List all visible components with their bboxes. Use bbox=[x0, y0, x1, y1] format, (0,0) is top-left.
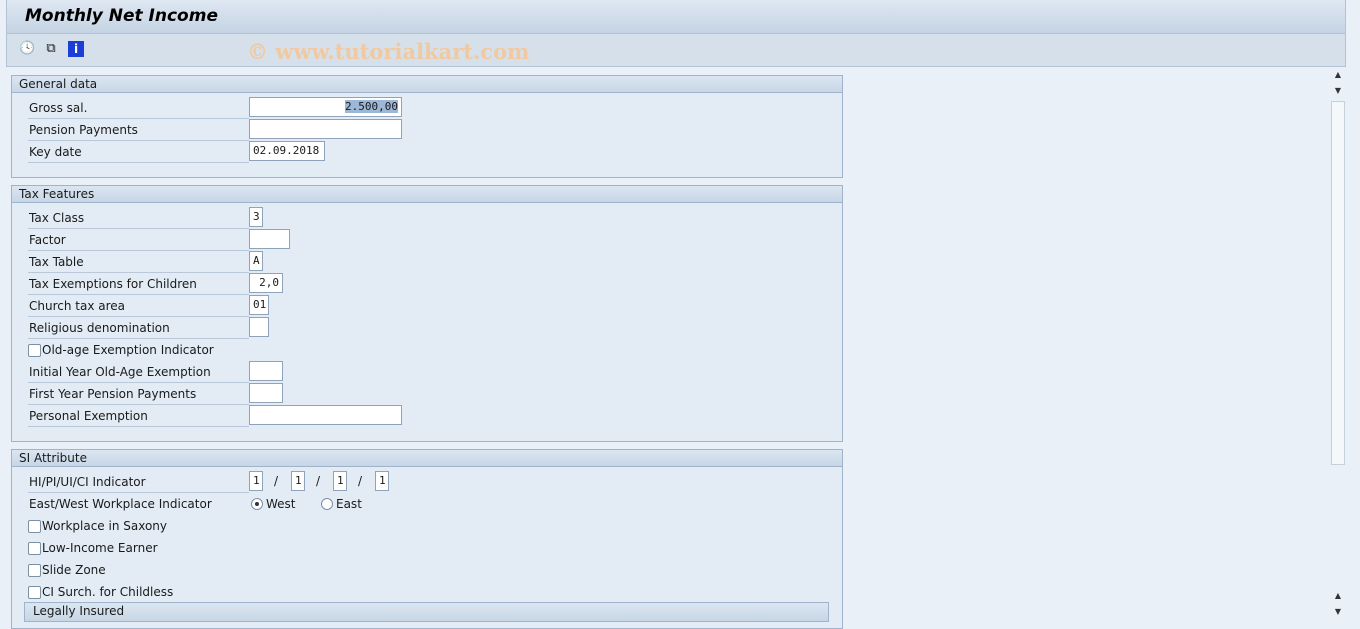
separator: / bbox=[316, 474, 321, 488]
east-radio[interactable] bbox=[321, 498, 333, 510]
childless-checkbox[interactable] bbox=[28, 586, 41, 599]
initial-year-label: Initial Year Old-Age Exemption bbox=[28, 364, 249, 383]
copy-icon[interactable]: ⧉ bbox=[43, 41, 59, 57]
legally-insured-subgroup-header: Legally Insured bbox=[24, 602, 829, 622]
religion-label: Religious denomination bbox=[28, 320, 249, 339]
children-exemptions-input[interactable]: 2,0 bbox=[249, 273, 283, 293]
tax-class-input[interactable]: 3 bbox=[249, 207, 263, 227]
title-bar: Monthly Net Income bbox=[6, 0, 1346, 34]
personal-exemption-input[interactable] bbox=[249, 405, 402, 425]
low-income-checkbox[interactable] bbox=[28, 542, 41, 555]
hi-indicator-input[interactable]: 1 bbox=[249, 471, 263, 491]
religion-input[interactable] bbox=[249, 317, 269, 337]
ci-indicator-input[interactable]: 1 bbox=[375, 471, 389, 491]
tax-table-input[interactable]: A bbox=[249, 251, 263, 271]
scroll-down-page-icon[interactable]: ▼ bbox=[1330, 86, 1346, 95]
first-year-pension-input[interactable] bbox=[249, 383, 283, 403]
old-age-exemption-checkbox[interactable] bbox=[28, 344, 41, 357]
saxony-checkbox[interactable] bbox=[28, 520, 41, 533]
info-icon[interactable]: i bbox=[68, 41, 84, 57]
gross-salary-label: Gross sal. bbox=[28, 100, 249, 119]
initial-year-input[interactable] bbox=[249, 361, 283, 381]
church-tax-area-input[interactable]: 01 bbox=[249, 295, 269, 315]
church-tax-area-label: Church tax area bbox=[28, 298, 249, 317]
tax-features-group: Tax Features Tax Class 3 Factor Tax Table… bbox=[11, 185, 843, 442]
page-title: Monthly Net Income bbox=[25, 6, 218, 26]
key-date-label: Key date bbox=[28, 144, 249, 163]
gross-salary-input[interactable]: 2.500,00 bbox=[249, 97, 402, 117]
group-header: Tax Features bbox=[12, 186, 842, 203]
watermark: © www.tutorialkart.com bbox=[247, 39, 530, 64]
low-income-label: Low-Income Earner bbox=[42, 541, 158, 555]
saxony-label: Workplace in Saxony bbox=[42, 519, 167, 533]
ui-indicator-input[interactable]: 1 bbox=[333, 471, 347, 491]
indicator-label: HI/PI/UI/CI Indicator bbox=[28, 474, 249, 493]
tax-table-label: Tax Table bbox=[28, 254, 249, 273]
east-label: East bbox=[336, 497, 362, 511]
group-header: SI Attribute bbox=[12, 450, 842, 467]
west-radio[interactable] bbox=[251, 498, 263, 510]
scroll-up-page-icon[interactable]: ▲ bbox=[1330, 591, 1346, 600]
factor-label: Factor bbox=[28, 232, 249, 251]
slide-zone-label: Slide Zone bbox=[42, 563, 106, 577]
toolbar: 🕓 ⧉ i © www.tutorialkart.com bbox=[6, 34, 1346, 67]
childless-label: CI Surch. for Childless bbox=[42, 585, 174, 599]
first-year-pension-label: First Year Pension Payments bbox=[28, 386, 249, 405]
personal-exemption-label: Personal Exemption bbox=[28, 408, 249, 427]
scroll-down-icon[interactable]: ▼ bbox=[1330, 607, 1346, 616]
factor-input[interactable] bbox=[249, 229, 290, 249]
pi-indicator-input[interactable]: 1 bbox=[291, 471, 305, 491]
old-age-exemption-label: Old-age Exemption Indicator bbox=[42, 343, 214, 357]
west-label: West bbox=[266, 497, 296, 511]
execute-clock-icon[interactable]: 🕓 bbox=[19, 41, 35, 57]
general-data-group: General data Gross sal. 2.500,00 Pension … bbox=[11, 75, 843, 178]
separator: / bbox=[274, 474, 279, 488]
scrollbar-thumb[interactable] bbox=[1331, 101, 1345, 465]
key-date-input[interactable]: 02.09.2018 bbox=[249, 141, 325, 161]
group-header: General data bbox=[12, 76, 842, 93]
vertical-scrollbar[interactable]: ▲ ▼ ▲ ▼ bbox=[1330, 67, 1346, 622]
separator: / bbox=[358, 474, 363, 488]
tax-class-label: Tax Class bbox=[28, 210, 249, 229]
children-exemptions-label: Tax Exemptions for Children bbox=[28, 276, 249, 295]
scroll-up-icon[interactable]: ▲ bbox=[1330, 70, 1346, 79]
pension-payments-input[interactable] bbox=[249, 119, 402, 139]
east-west-label: East/West Workplace Indicator bbox=[29, 497, 212, 511]
pension-payments-label: Pension Payments bbox=[28, 122, 249, 141]
slide-zone-checkbox[interactable] bbox=[28, 564, 41, 577]
